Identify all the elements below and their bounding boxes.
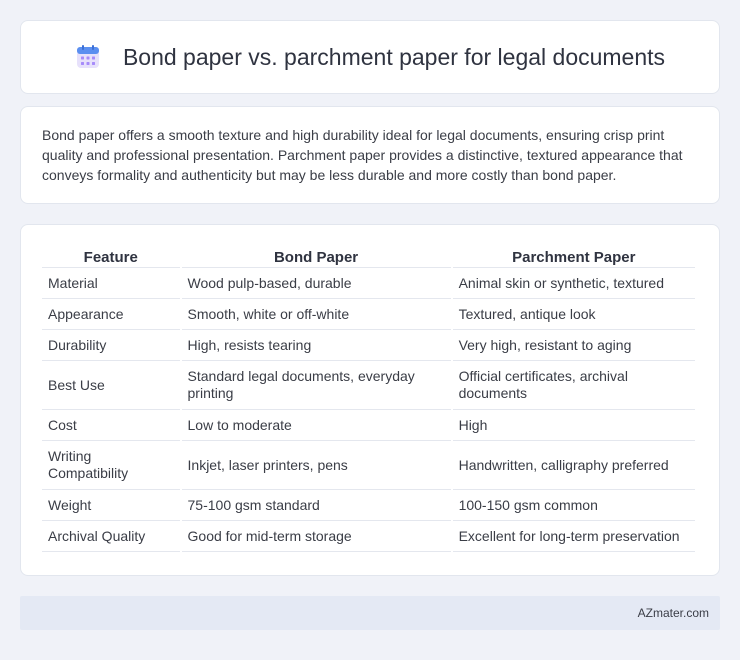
title-card: Bond paper vs. parchment paper for legal… (20, 20, 720, 94)
summary-card: Bond paper offers a smooth texture and h… (20, 106, 720, 204)
bond-paper-cell: Smooth, white or off-white (181, 299, 451, 330)
table-row: Writing Compatibility Inkjet, laser prin… (42, 441, 695, 490)
comparison-table-card: Feature Bond Paper Parchment Paper Mater… (20, 224, 720, 576)
feature-cell: Appearance (42, 299, 180, 330)
comparison-table: Feature Bond Paper Parchment Paper Mater… (40, 247, 697, 552)
parchment-paper-cell: Animal skin or synthetic, textured (452, 268, 695, 299)
bond-paper-cell: Inkjet, laser printers, pens (181, 441, 451, 490)
table-row: Appearance Smooth, white or off-white Te… (42, 299, 695, 330)
table-row: Best Use Standard legal documents, every… (42, 361, 695, 410)
table-row: Material Wood pulp-based, durable Animal… (42, 268, 695, 299)
bond-paper-cell: High, resists tearing (181, 330, 451, 361)
footer-bar: AZmater.com (20, 596, 720, 630)
table-row: Durability High, resists tearing Very hi… (42, 330, 695, 361)
table-row: Cost Low to moderate High (42, 410, 695, 441)
column-header-bond-paper: Bond Paper (181, 247, 451, 268)
feature-cell: Archival Quality (42, 521, 180, 552)
table-row: Weight 75-100 gsm standard 100-150 gsm c… (42, 490, 695, 521)
feature-cell: Material (42, 268, 180, 299)
feature-cell: Weight (42, 490, 180, 521)
parchment-paper-cell: Excellent for long-term preservation (452, 521, 695, 552)
feature-cell: Best Use (42, 361, 180, 410)
bond-paper-cell: Wood pulp-based, durable (181, 268, 451, 299)
page-title: Bond paper vs. parchment paper for legal… (122, 43, 666, 70)
bond-paper-cell: Good for mid-term storage (181, 521, 451, 552)
bond-paper-cell: 75-100 gsm standard (181, 490, 451, 521)
bond-paper-cell: Low to moderate (181, 410, 451, 441)
table-header-row: Feature Bond Paper Parchment Paper (42, 247, 695, 268)
parchment-paper-cell: Textured, antique look (452, 299, 695, 330)
bond-paper-cell: Standard legal documents, everyday print… (181, 361, 451, 410)
table-row: Archival Quality Good for mid-term stora… (42, 521, 695, 552)
parchment-paper-cell: High (452, 410, 695, 441)
footer-brand: AZmater.com (637, 606, 709, 620)
parchment-paper-cell: Very high, resistant to aging (452, 330, 695, 361)
column-header-feature: Feature (42, 247, 180, 268)
parchment-paper-cell: Handwritten, calligraphy preferred (452, 441, 695, 490)
feature-cell: Cost (42, 410, 180, 441)
parchment-paper-cell: Official certificates, archival document… (452, 361, 695, 410)
column-header-parchment-paper: Parchment Paper (452, 247, 695, 268)
parchment-paper-cell: 100-150 gsm common (452, 490, 695, 521)
feature-cell: Durability (42, 330, 180, 361)
feature-cell: Writing Compatibility (42, 441, 180, 490)
summary-text: Bond paper offers a smooth texture and h… (42, 127, 683, 183)
calendar-icon (76, 45, 99, 68)
